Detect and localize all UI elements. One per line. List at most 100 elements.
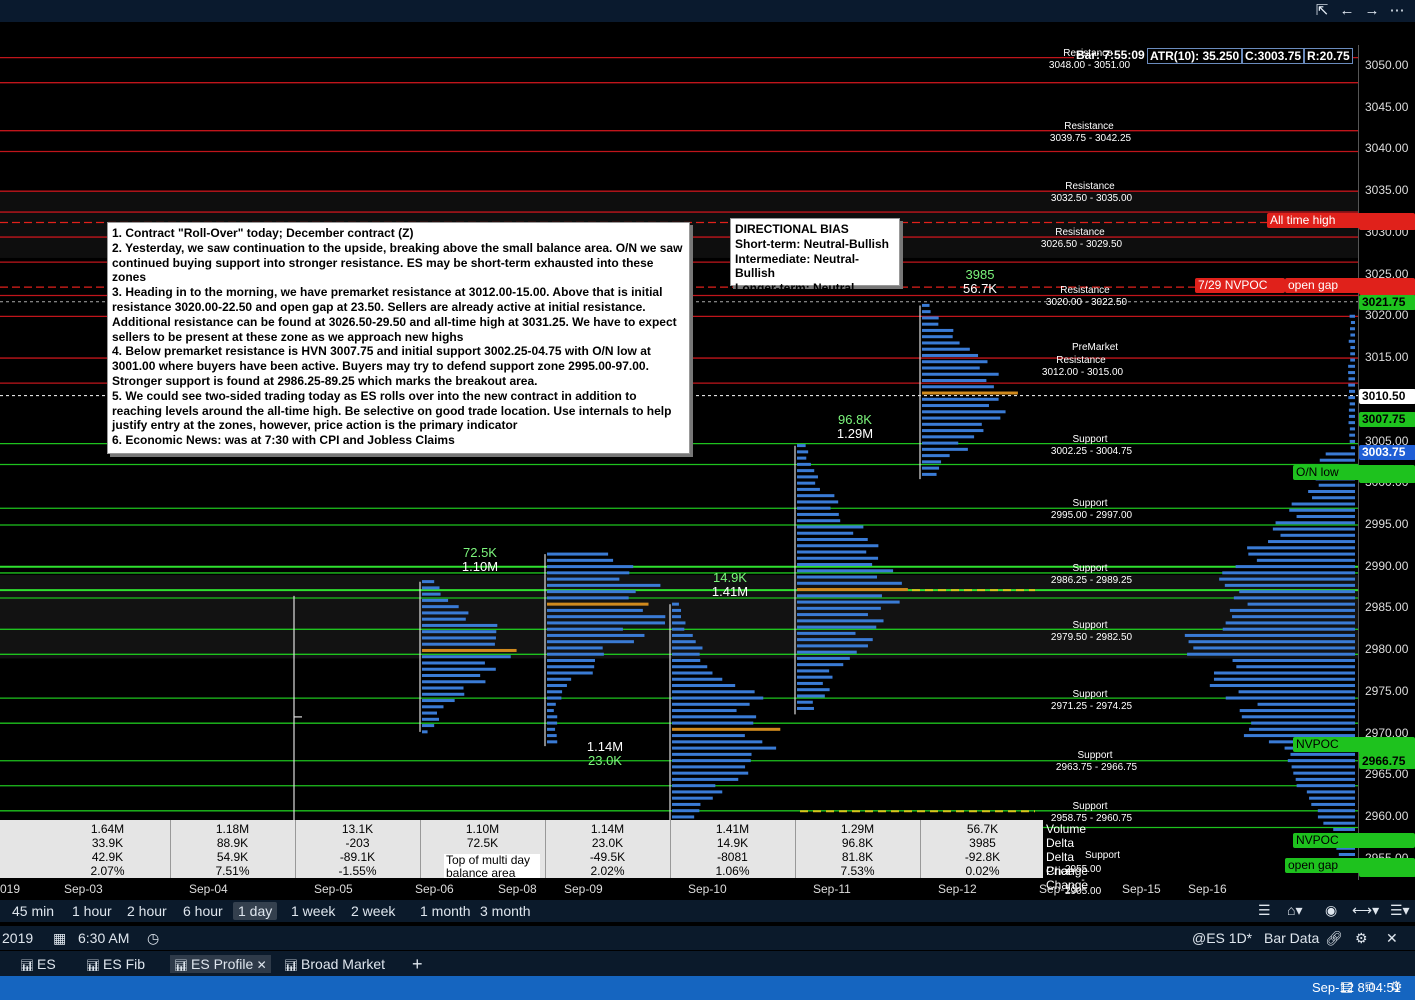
profile-sep-10-bar	[672, 696, 764, 700]
status-bar: ▤ ⧉ ⚙ Sep-12 8:04:51	[0, 976, 1415, 1000]
profile-sep-10-bar	[672, 621, 686, 625]
timeframe-2-hour[interactable]: 2 hour	[122, 902, 172, 920]
tab-es-fib[interactable]: 📊︎ ES Fib	[82, 955, 149, 973]
profile-label-top: 96.8K	[838, 412, 872, 427]
profile-sep-06-bar	[422, 623, 498, 627]
profile-sep-11-bar	[797, 450, 809, 454]
tab-es[interactable]: 📊︎ ES	[16, 955, 60, 973]
composite-profile-bar	[1290, 752, 1355, 756]
profile-sep-10-bar	[672, 746, 777, 750]
timeframe-1-day[interactable]: 1 day	[233, 902, 278, 920]
price-tick: 2980.00	[1365, 642, 1409, 657]
profile-sep-11-bar	[797, 644, 868, 648]
nvpoc-gap-label: 7/29 NVPOC	[1195, 278, 1285, 293]
zone-range: 2971.25 - 2974.25	[1050, 700, 1133, 712]
profile-label-top: 72.5K	[463, 545, 497, 560]
close-tab-icon[interactable]: ✕	[253, 958, 267, 972]
symbol-label[interactable]: @ES 1D*	[1192, 930, 1252, 946]
composite-profile-bar	[1317, 815, 1355, 819]
profile-sep-11-bar	[797, 581, 902, 585]
price-axis[interactable]: 3050.00 3045.00 3040.00 3035.00 3030.00 3025.…	[1358, 45, 1415, 880]
profile-sep-09-bar	[547, 740, 558, 744]
timeframe-3-month[interactable]: 3 month	[475, 902, 536, 920]
profile-sep-12-bar	[922, 466, 940, 470]
range-icon[interactable]: ⟷▾	[1352, 902, 1379, 919]
price-tick: 3045.00	[1365, 99, 1409, 114]
timeframe-6-hour[interactable]: 6 hour	[178, 902, 228, 920]
tab-es-profile[interactable]: 📊︎ ES Profile ✕	[170, 955, 271, 973]
composite-profile-bar	[1287, 759, 1355, 763]
timeframe-45-min[interactable]: 45 min	[7, 902, 59, 920]
composite-profile-bar	[1232, 658, 1355, 662]
composite-profile-bar	[1338, 853, 1355, 857]
date-field[interactable]: 2019	[2, 930, 33, 946]
timeframe-1-hour[interactable]: 1 hour	[67, 902, 117, 920]
chart-area[interactable]	[0, 45, 1358, 880]
note-line-1: 1. Contract "Roll-Over" today; December …	[112, 226, 414, 240]
composite-profile-bar	[1325, 452, 1355, 456]
stat-divider	[670, 820, 671, 878]
zone-title: Resistance	[1055, 227, 1105, 239]
profile-sep-11-bar	[797, 506, 831, 510]
profile-sep-09-bar	[547, 602, 649, 606]
price-tick: 2995.00	[1365, 516, 1409, 531]
directional-bias-box[interactable]: DIRECTIONAL BIAS Short-term: Neutral-Bul…	[730, 218, 900, 295]
zone-title: Support	[1072, 801, 1108, 813]
data-type-label[interactable]: Bar Data	[1264, 930, 1319, 946]
add-tab-icon[interactable]: +	[412, 954, 423, 975]
zone-title: Support	[1072, 434, 1108, 446]
profile-sep-06-bar	[422, 586, 440, 590]
close-icon[interactable]: ✕	[1386, 930, 1398, 947]
eye-icon[interactable]: ◉	[1325, 902, 1337, 919]
profile-sep-12-bar	[922, 353, 979, 357]
profile-sep-10-bar	[672, 633, 693, 637]
profile-sep-12-bar	[922, 441, 959, 445]
forward-arrow-icon[interactable]: →	[1363, 2, 1381, 20]
price-tick: 3035.00	[1365, 183, 1409, 198]
composite-profile-bar	[1280, 533, 1355, 537]
profile-sep-10-bar	[672, 771, 749, 775]
composite-profile-bar	[1348, 371, 1355, 375]
profile-sep-10-bar	[672, 784, 716, 788]
timeframe-2-week[interactable]: 2 week	[346, 902, 400, 920]
composite-profile-bar	[1348, 377, 1355, 381]
profile-sep-09-bar	[547, 709, 554, 713]
pop-out-icon[interactable]: ⇱	[1313, 2, 1331, 20]
calendar-icon[interactable]: ▦	[53, 930, 66, 947]
timeframe-1-week[interactable]: 1 week	[286, 902, 340, 920]
close-value: C:3003.75	[1242, 48, 1305, 64]
bars-menu-icon[interactable]: ☰	[1258, 902, 1271, 919]
profile-sep-12-bar	[922, 322, 939, 326]
timeframe-1-month[interactable]: 1 month	[415, 902, 476, 920]
profile-sep-09-bar	[547, 671, 593, 675]
clock-icon[interactable]: ◷	[147, 930, 159, 947]
profile-label-bottom: 56.7K	[963, 281, 997, 296]
composite-profile-bar	[1232, 615, 1355, 619]
profile-sep-10-bar	[672, 740, 763, 744]
trade-notes-box[interactable]: 1. Contract "Roll-Over" today; December …	[107, 222, 690, 454]
profile-sep-12-bar	[922, 385, 994, 389]
profile-sep-09-bar	[547, 577, 620, 581]
more-icon[interactable]: ⋯	[1388, 2, 1406, 20]
price-tag: 2966.75	[1359, 753, 1415, 769]
profile-sep-10-bar	[672, 608, 682, 612]
profile-sep-11-bar	[797, 456, 807, 460]
stat-cell: 42.9K	[91, 850, 124, 864]
profile-sep-10-bar	[672, 709, 737, 713]
profile-sep-12-bar	[922, 303, 930, 307]
link-icon[interactable]: 🔗︎	[1325, 930, 1343, 947]
date-tick: Sep-08	[498, 882, 537, 896]
zone-title: Resistance	[1064, 121, 1114, 133]
tab-broad-market[interactable]: 📊︎ Broad Market	[280, 955, 389, 973]
settings-menu-icon[interactable]: ☰▾	[1390, 902, 1410, 919]
profile-sep-11-bar	[797, 650, 857, 654]
composite-profile-bar	[1235, 565, 1355, 569]
composite-profile-bar	[1293, 771, 1355, 775]
back-arrow-icon[interactable]: ←	[1338, 2, 1356, 20]
chart-type-icon[interactable]: ⌂▾	[1287, 902, 1302, 919]
composite-profile-bar	[1238, 690, 1355, 694]
time-field[interactable]: 6:30 AM	[78, 930, 129, 946]
gear-icon[interactable]: ⚙	[1355, 930, 1368, 947]
profile-sep-09-bar	[547, 665, 595, 669]
profile-sep-10-bar	[672, 658, 701, 662]
